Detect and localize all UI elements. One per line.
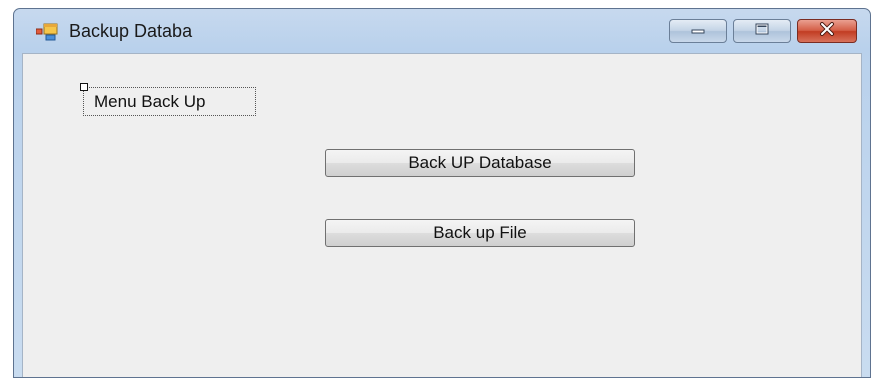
menu-back-up-item[interactable]: Menu Back Up <box>94 92 206 111</box>
app-window: Backup Databa Menu Back Up Back UP Datab… <box>13 8 871 378</box>
app-icon[interactable] <box>35 23 58 41</box>
minimize-button[interactable] <box>669 19 727 43</box>
window-title: Backup Databa <box>69 21 193 41</box>
title-bar[interactable]: Backup Databa <box>14 9 870 53</box>
menu-resize-grip[interactable] <box>80 83 88 91</box>
backup-file-button[interactable]: Back up File <box>325 219 635 247</box>
form-client-area: Menu Back Up Back UP Database Back up Fi… <box>22 53 862 377</box>
minimize-icon <box>690 22 706 40</box>
maximize-icon <box>754 22 770 40</box>
maximize-button[interactable] <box>733 19 791 43</box>
close-icon <box>818 21 836 41</box>
backup-database-button[interactable]: Back UP Database <box>325 149 635 177</box>
close-button[interactable] <box>797 19 857 43</box>
menu-strip[interactable]: Menu Back Up <box>83 87 256 116</box>
